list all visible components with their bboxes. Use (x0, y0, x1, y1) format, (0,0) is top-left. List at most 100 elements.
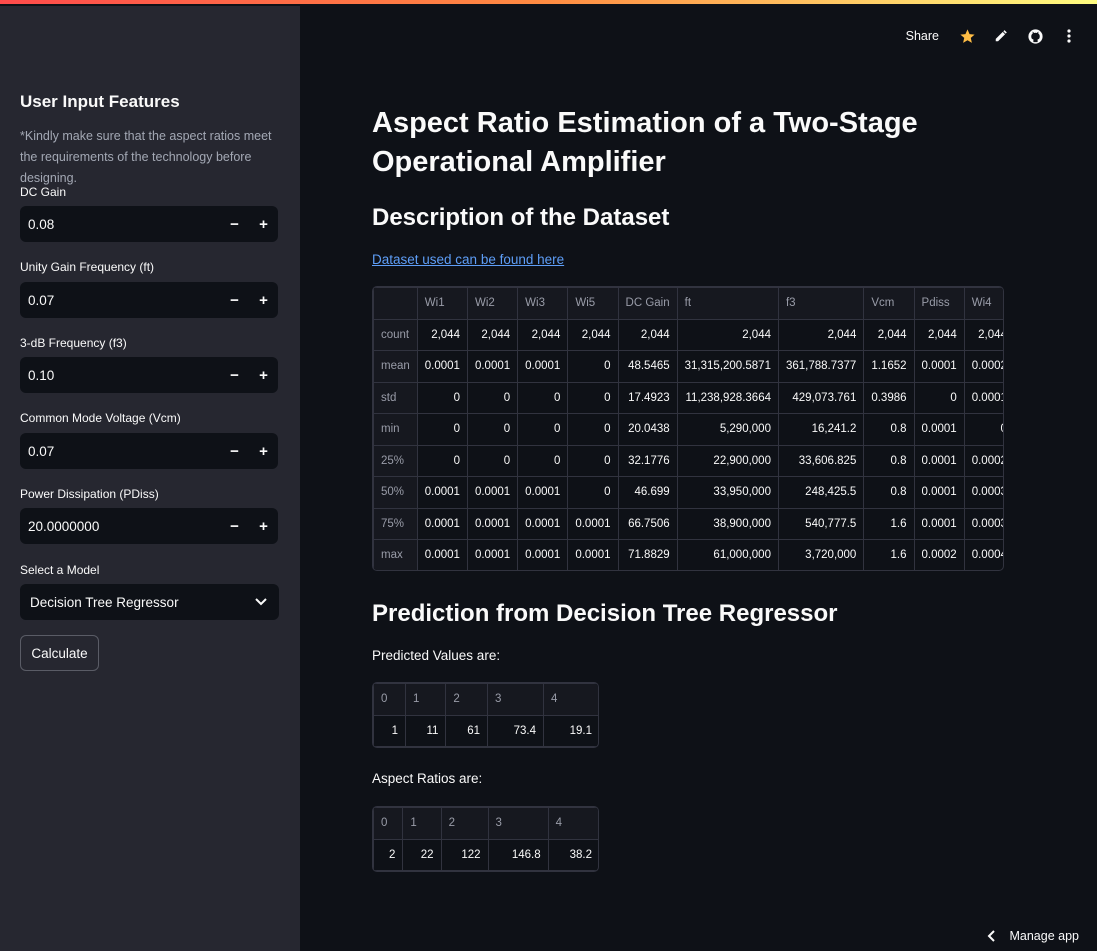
table-cell[interactable]: 0.0001 (913, 476, 965, 509)
table-cell[interactable]: 1 (373, 714, 407, 747)
table-cell[interactable]: 0.0004 (963, 539, 1003, 570)
table-cell[interactable]: 2,044 (863, 318, 915, 351)
table-cell[interactable]: 0.0001 (517, 476, 569, 509)
column-header[interactable]: Wi5 (567, 287, 619, 320)
table-cell[interactable]: 429,073.761 (777, 381, 865, 414)
table-cell[interactable]: 0.0001 (567, 507, 619, 540)
table-cell[interactable]: 17.4923 (617, 381, 678, 414)
table-cell[interactable]: 11,238,928.3664 (676, 381, 779, 414)
table-cell[interactable]: 31,315,200.5871 (676, 350, 779, 383)
f3-value[interactable]: 0.10 (20, 368, 220, 383)
table-cell[interactable]: 2,044 (676, 318, 779, 351)
minus-icon[interactable]: − (220, 282, 249, 318)
table-cell[interactable]: 2,044 (777, 318, 865, 351)
column-header[interactable]: DC Gain (617, 287, 678, 320)
row-index[interactable]: 75% (373, 507, 418, 540)
table-cell[interactable]: 11 (405, 714, 447, 747)
minus-icon[interactable]: − (220, 206, 249, 242)
aspect-table[interactable]: 01234 2 22 122 146.8 38.2 (372, 806, 599, 872)
column-header[interactable]: Pdiss (913, 287, 965, 320)
table-cell[interactable]: 0 (567, 350, 619, 383)
f3-input[interactable]: 0.10 − + (20, 357, 278, 393)
vcm-value[interactable]: 0.07 (20, 444, 220, 459)
column-header[interactable]: 4 (547, 807, 598, 840)
plus-icon[interactable]: + (249, 282, 278, 318)
table-cell[interactable]: 2,044 (913, 318, 965, 351)
calculate-button[interactable]: Calculate (20, 635, 99, 671)
table-cell[interactable]: 2,044 (567, 318, 619, 351)
pdiss-value[interactable]: 20.0000000 (20, 519, 220, 534)
dc-gain-input[interactable]: 0.08 − + (20, 206, 278, 242)
column-header[interactable]: Wi1 (416, 287, 468, 320)
table-cell[interactable]: 38,900,000 (676, 507, 779, 540)
table-cell[interactable]: 0.0001 (963, 381, 1003, 414)
table-cell[interactable]: 0 (567, 413, 619, 446)
table-cell[interactable]: 0 (567, 381, 619, 414)
model-select[interactable]: Decision Tree Regressor (20, 584, 279, 620)
table-cell[interactable]: 0.0001 (517, 350, 569, 383)
table-cell[interactable]: 1.6 (863, 539, 915, 570)
table-cell[interactable]: 0.0001 (466, 539, 519, 570)
table-cell[interactable]: 0 (567, 476, 619, 509)
row-index[interactable]: count (373, 318, 418, 351)
star-icon[interactable] (957, 26, 977, 46)
table-cell[interactable]: 0.8 (863, 413, 915, 446)
column-header[interactable]: Wi3 (517, 287, 569, 320)
table-cell[interactable]: 0.0001 (517, 507, 569, 540)
table-cell[interactable]: 0 (517, 413, 569, 446)
column-header[interactable]: 3 (487, 683, 544, 716)
table-cell[interactable]: 0 (416, 444, 468, 477)
minus-icon[interactable]: − (220, 433, 249, 469)
manage-app-button[interactable]: Manage app (987, 929, 1079, 943)
column-header[interactable] (373, 287, 418, 320)
plus-icon[interactable]: + (249, 508, 278, 544)
table-cell[interactable]: 0.0002 (963, 444, 1003, 477)
vcm-input[interactable]: 0.07 − + (20, 433, 278, 469)
column-header[interactable]: ft (676, 287, 779, 320)
table-cell[interactable]: 22,900,000 (676, 444, 779, 477)
table-cell[interactable]: 0 (567, 444, 619, 477)
table-cell[interactable]: 0.0002 (963, 350, 1003, 383)
chevron-down-icon[interactable] (255, 598, 267, 606)
table-cell[interactable]: 2,044 (517, 318, 569, 351)
table-cell[interactable]: 540,777.5 (777, 507, 865, 540)
minus-icon[interactable]: − (220, 508, 249, 544)
table-cell[interactable]: 0 (416, 381, 468, 414)
dc-gain-value[interactable]: 0.08 (20, 217, 220, 232)
table-cell[interactable]: 122 (440, 838, 489, 871)
minus-icon[interactable]: − (220, 357, 249, 393)
table-cell[interactable]: 0 (517, 381, 569, 414)
pencil-icon[interactable] (991, 26, 1011, 46)
table-cell[interactable]: 16,241.2 (777, 413, 865, 446)
plus-icon[interactable]: + (249, 357, 278, 393)
describe-table[interactable]: Wi1 Wi2 Wi3 Wi5 DC Gain ft f3 Vcm Pdiss Wi4 count… (372, 286, 1004, 571)
table-cell[interactable]: 0 (517, 444, 569, 477)
table-cell[interactable]: 66.7506 (617, 507, 678, 540)
column-header[interactable]: 2 (440, 807, 489, 840)
table-cell[interactable]: 20.0438 (617, 413, 678, 446)
column-header[interactable]: 2 (445, 683, 488, 716)
table-cell[interactable]: 0.8 (863, 476, 915, 509)
column-header[interactable]: 4 (542, 683, 598, 716)
table-cell[interactable]: 61 (445, 714, 488, 747)
table-cell[interactable]: 0.8 (863, 444, 915, 477)
table-cell[interactable]: 248,425.5 (777, 476, 865, 509)
dataset-link[interactable]: Dataset used can be found here (372, 252, 564, 267)
table-cell[interactable]: 0.0003 (963, 507, 1003, 540)
table-cell[interactable]: 0.0001 (913, 413, 965, 446)
model-select-value[interactable]: Decision Tree Regressor (30, 595, 255, 610)
table-cell[interactable]: 5,290,000 (676, 413, 779, 446)
row-index[interactable]: 25% (373, 444, 418, 477)
table-cell[interactable]: 0 (466, 381, 519, 414)
table-cell[interactable]: 3,720,000 (777, 539, 865, 570)
table-cell[interactable]: 0.0001 (416, 476, 468, 509)
row-index[interactable]: max (373, 539, 418, 570)
table-cell[interactable]: 61,000,000 (676, 539, 779, 570)
ft-value[interactable]: 0.07 (20, 293, 220, 308)
table-cell[interactable]: 0.0001 (416, 507, 468, 540)
table-cell[interactable]: 48.5465 (617, 350, 678, 383)
predicted-table[interactable]: 01234 1 11 61 73.4 19.1 (372, 682, 599, 748)
table-cell[interactable]: 0.0001 (416, 350, 468, 383)
table-cell[interactable]: 0.0001 (416, 539, 468, 570)
table-cell[interactable]: 71.8829 (617, 539, 678, 570)
